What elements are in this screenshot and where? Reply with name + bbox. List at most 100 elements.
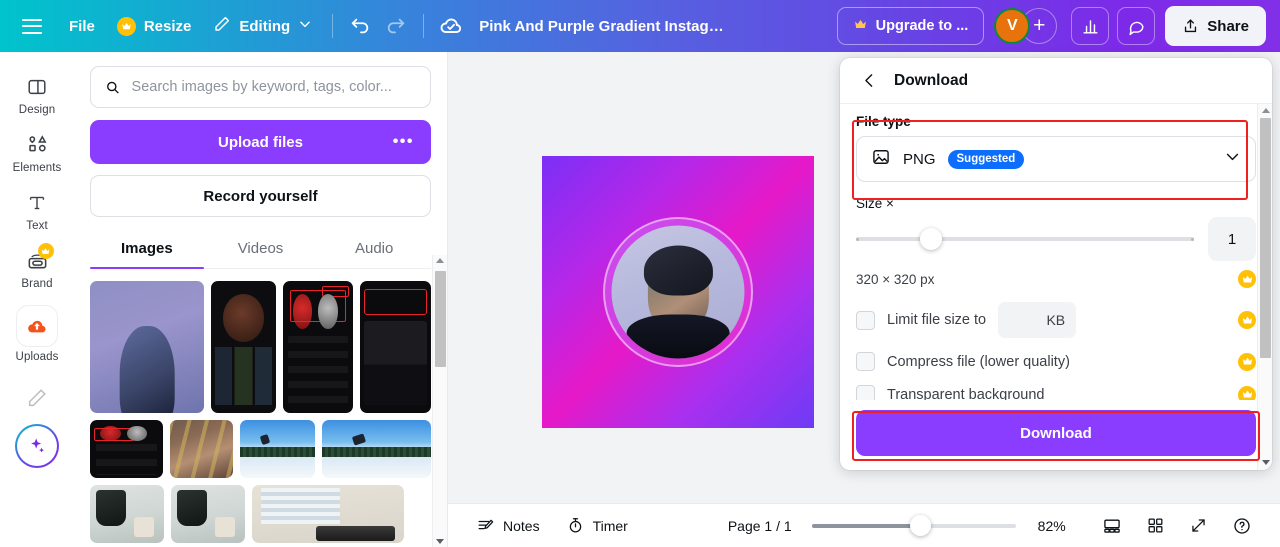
search-icon [107, 81, 119, 93]
record-yourself-button[interactable]: Record yourself [90, 175, 431, 217]
divider [423, 14, 425, 38]
sidebar-item-draw[interactable] [6, 377, 68, 415]
upload-thumbnail[interactable] [240, 420, 316, 478]
upload-thumbnail[interactable] [90, 485, 164, 543]
tab-audio[interactable]: Audio [317, 231, 431, 268]
resize-button[interactable]: Resize [106, 10, 203, 43]
file-size-kb-input[interactable]: KB [998, 302, 1077, 338]
upload-files-button[interactable]: Upload files ••• [90, 120, 431, 164]
sidebar-item-design[interactable]: Design [6, 66, 68, 121]
upload-options-icon[interactable]: ••• [393, 133, 414, 151]
back-button[interactable] [856, 68, 882, 94]
cloud-save-status-button[interactable] [433, 8, 469, 44]
document-title[interactable]: Pink And Purple Gradient Instagra... [469, 11, 739, 42]
collaborators: V + [994, 8, 1058, 44]
undo-button[interactable] [342, 8, 378, 44]
sidebar-item-brand[interactable]: Brand [6, 240, 68, 295]
download-panel-scrollbar[interactable] [1257, 104, 1272, 470]
option-compress-file[interactable]: Compress file (lower quality) [856, 352, 1256, 371]
uploads-thumbnail-grid [74, 269, 447, 547]
scroll-up-icon[interactable] [1261, 108, 1270, 113]
help-button[interactable] [1222, 509, 1262, 543]
profile-photo-element[interactable] [611, 225, 745, 359]
upload-thumbnail[interactable] [90, 281, 204, 413]
compress-file-checkbox[interactable] [856, 352, 875, 371]
search-input[interactable] [131, 79, 416, 95]
upload-thumbnail[interactable] [282, 281, 354, 413]
option-label: Compress file (lower quality) [887, 353, 1070, 370]
scroll-down-icon[interactable] [436, 539, 444, 544]
zoom-knob[interactable] [909, 514, 931, 536]
annotation-box [289, 290, 347, 322]
option-limit-file-size[interactable]: Limit file size to KB [856, 302, 1256, 338]
slider-knob[interactable] [920, 228, 943, 250]
design-layout-icon [25, 74, 50, 99]
scrollbar-thumb[interactable] [1260, 118, 1271, 358]
transparent-background-checkbox[interactable] [856, 385, 875, 400]
scrollbar-thumb[interactable] [435, 271, 446, 367]
upload-thumbnail[interactable] [322, 420, 431, 478]
hamburger-menu-button[interactable] [14, 8, 50, 44]
uploads-tabs: Images Videos Audio [90, 231, 431, 269]
size-value-input[interactable]: 1 [1208, 217, 1256, 261]
design-canvas-page[interactable] [542, 156, 814, 428]
elements-shapes-icon [25, 132, 50, 157]
notes-button[interactable]: Notes [466, 509, 550, 542]
editing-mode-button[interactable]: Editing [202, 8, 323, 44]
annotation-box [94, 428, 134, 441]
file-type-select[interactable]: PNG Suggested [856, 136, 1256, 182]
chevron-down-icon[interactable] [1224, 148, 1241, 170]
thumbnail-row [90, 281, 431, 413]
upload-thumbnail[interactable] [210, 281, 276, 413]
scroll-up-icon[interactable] [436, 258, 444, 263]
magic-studio-button[interactable] [15, 424, 59, 468]
search-box[interactable] [90, 66, 431, 108]
upgrade-button[interactable]: Upgrade to ... [836, 7, 985, 45]
file-menu-button[interactable]: File [58, 11, 106, 42]
upload-thumbnail[interactable] [90, 420, 164, 478]
grid-thumbnails-button[interactable] [1136, 509, 1175, 542]
download-panel-footer: Download [840, 400, 1272, 470]
thumbnail-row [90, 485, 431, 543]
size-slider[interactable] [856, 228, 1194, 250]
pro-crown-icon [37, 243, 54, 259]
option-transparent-background[interactable]: Transparent background [856, 385, 1256, 400]
upload-thumbnail[interactable] [171, 485, 245, 543]
download-button[interactable]: Download [856, 410, 1256, 456]
tab-images[interactable]: Images [90, 231, 204, 269]
redo-button[interactable] [378, 8, 414, 44]
sidebar-item-text[interactable]: Text [6, 182, 68, 237]
uploads-scrollbar[interactable] [432, 255, 447, 547]
sidebar-item-elements[interactable]: Elements [6, 124, 68, 179]
timer-button[interactable]: Timer [556, 509, 638, 542]
upload-thumbnail[interactable] [252, 485, 404, 543]
page-view-button[interactable] [1092, 509, 1132, 543]
download-panel-header: Download [840, 58, 1272, 104]
help-question-icon [1234, 517, 1250, 534]
timer-label: Timer [592, 517, 628, 534]
insights-button[interactable] [1071, 7, 1110, 45]
upload-thumbnail[interactable] [170, 420, 234, 478]
magic-sparkle-icon [17, 426, 57, 466]
share-button[interactable]: Share [1165, 6, 1266, 46]
sidebar-item-uploads[interactable]: Uploads [6, 298, 68, 368]
divider [332, 14, 334, 38]
grid-thumbnails-icon [1148, 518, 1163, 533]
zoom-slider[interactable] [811, 514, 1016, 536]
limit-file-size-checkbox[interactable] [856, 310, 875, 330]
slider-min-dot [856, 237, 859, 241]
upgrade-label: Upgrade to ... [875, 18, 969, 34]
cloud-saved-icon [440, 18, 462, 33]
fullscreen-button[interactable] [1179, 509, 1218, 542]
tab-videos[interactable]: Videos [204, 231, 318, 268]
scroll-down-icon[interactable] [1261, 460, 1270, 465]
option-label: Transparent background [887, 386, 1045, 401]
sidebar-item-label: Design [18, 104, 56, 116]
sidebar-item-label: Brand [21, 278, 53, 290]
comments-button[interactable] [1117, 7, 1156, 45]
image-file-icon [871, 147, 891, 172]
sidebar-item-label: Text [26, 220, 48, 232]
upload-thumbnail[interactable] [360, 281, 431, 413]
slider-max-dot [1191, 237, 1194, 241]
avatar[interactable]: V [994, 8, 1031, 44]
